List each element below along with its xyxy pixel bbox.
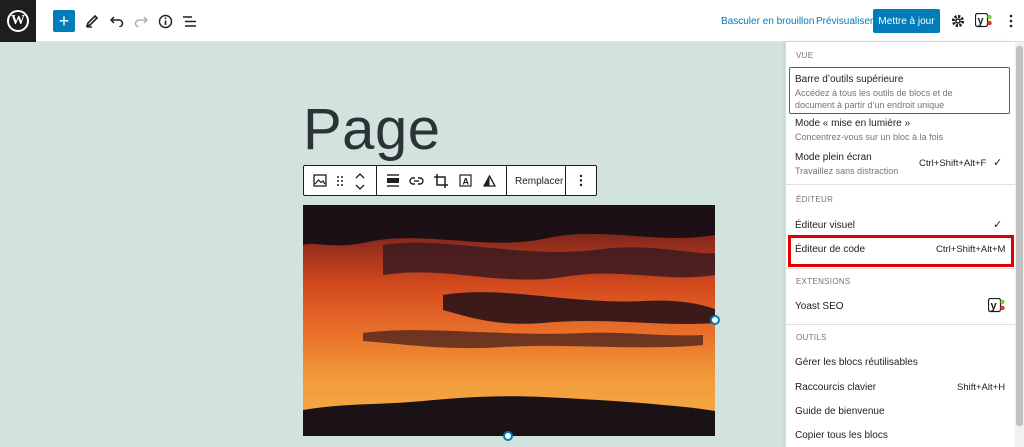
fullscreen-mode-desc: Travaillez sans distraction — [795, 166, 899, 176]
resize-handle-right[interactable] — [710, 315, 720, 325]
manage-reusable-blocks-option[interactable]: Gérer les blocs réutilisables — [795, 357, 918, 368]
view-section-heading: VUE — [796, 51, 814, 60]
wordpress-logo-icon[interactable]: W — [0, 0, 36, 42]
fullscreen-mode-option[interactable]: Mode plein écran — [795, 152, 872, 163]
update-button[interactable]: Mettre à jour — [873, 9, 940, 33]
tools-section-heading: OUTILS — [796, 333, 827, 342]
redo-icon[interactable] — [131, 11, 151, 31]
spotlight-mode-option[interactable]: Mode « mise en lumière » — [795, 118, 910, 129]
text-overlay-icon[interactable]: A — [457, 172, 474, 189]
code-editor-highlight — [788, 235, 1014, 267]
crop-icon[interactable] — [432, 172, 449, 189]
block-options-icon[interactable] — [572, 172, 589, 189]
add-block-button[interactable]: + — [53, 10, 75, 32]
info-icon[interactable] — [155, 11, 175, 31]
undo-icon[interactable] — [107, 11, 127, 31]
page-title[interactable]: Page — [303, 96, 440, 163]
switch-to-draft-link[interactable]: Basculer en brouillon — [721, 16, 814, 27]
copy-all-blocks-option[interactable]: Copier tous les blocs — [795, 430, 888, 441]
replace-button[interactable]: Remplacer — [515, 176, 563, 187]
welcome-guide-option[interactable]: Guide de bienvenue — [795, 406, 885, 417]
visual-editor-option[interactable]: Éditeur visuel — [795, 220, 855, 231]
drag-handle-icon[interactable] — [331, 172, 348, 189]
yoast-seo-option[interactable]: Yoast SEO — [795, 301, 844, 312]
editor-section-heading: ÉDITEUR — [796, 195, 834, 204]
extensions-section-heading: EXTENSIONS — [796, 277, 851, 286]
visual-editor-check-icon: ✓ — [993, 219, 1003, 231]
keyboard-shortcuts-shortcut: Shift+Alt+H — [957, 382, 1006, 393]
top-toolbar-option-desc-1: Accédez à tous les outils de blocs et de — [795, 88, 953, 98]
fullscreen-check-icon: ✓ — [993, 157, 1003, 169]
settings-gear-icon[interactable] — [948, 11, 968, 31]
image-icon[interactable] — [311, 172, 328, 189]
fullscreen-shortcut: Ctrl+Shift+Alt+F — [919, 158, 987, 169]
link-icon[interactable] — [408, 172, 425, 189]
svg-text:y: y — [978, 15, 985, 27]
top-toolbar-option-desc-2: document à partir d’un endroit unique — [795, 100, 945, 110]
keyboard-shortcuts-option[interactable]: Raccourcis clavier — [795, 382, 876, 393]
spotlight-mode-desc: Concentrez-vous sur un bloc à la fois — [795, 132, 944, 142]
svg-text:y: y — [991, 300, 998, 312]
top-toolbar-option-label: Barre d’outils supérieure — [795, 74, 904, 85]
move-down-icon[interactable] — [351, 179, 368, 196]
align-icon[interactable] — [384, 172, 401, 189]
svg-text:A: A — [463, 177, 470, 187]
list-view-icon[interactable] — [179, 11, 199, 31]
filter-duotone-icon[interactable] — [481, 172, 498, 189]
preview-link[interactable]: Prévisualiser — [816, 16, 873, 27]
more-options-icon[interactable] — [1005, 11, 1017, 31]
top-toolbar: W + Basculer en brouillon Prévisualiser … — [0, 0, 1024, 42]
panel-scrollbar[interactable] — [1015, 42, 1024, 447]
sunset-image[interactable] — [303, 205, 715, 436]
pencil-icon[interactable] — [82, 11, 102, 31]
resize-handle-bottom[interactable] — [503, 431, 513, 441]
yoast-seo-menu-icon: y — [987, 297, 1006, 313]
yoast-seo-icon[interactable]: y — [974, 12, 993, 28]
